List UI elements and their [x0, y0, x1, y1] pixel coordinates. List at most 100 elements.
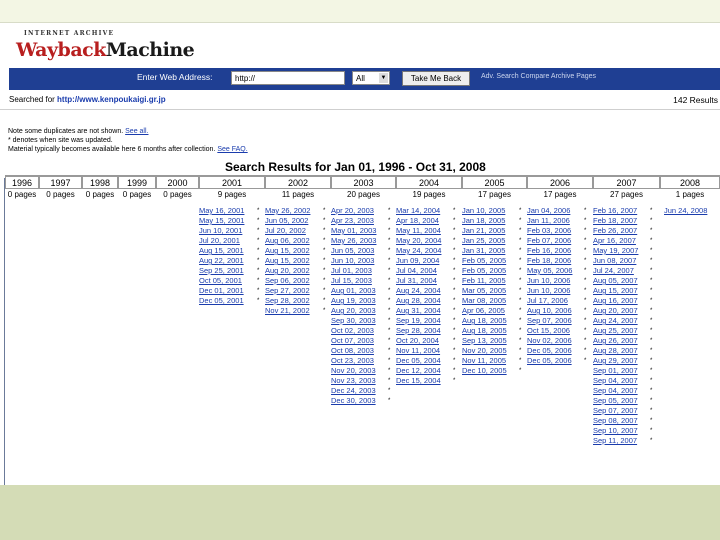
- searched-url-link[interactable]: http://www.kenpoukaigi.gr.jp: [57, 95, 166, 104]
- snapshot-link[interactable]: May 19, 2007: [593, 246, 638, 255]
- snapshot-link[interactable]: Jun 08, 2007: [593, 256, 636, 265]
- snapshot-link[interactable]: Jan 25, 2005: [462, 236, 505, 245]
- snapshot-link[interactable]: Jan 10, 2005: [462, 206, 505, 215]
- snapshot-link[interactable]: Aug 24, 2007: [593, 316, 638, 325]
- snapshot-link[interactable]: Jan 11, 2006: [527, 216, 570, 225]
- snapshot-link[interactable]: Jul 04, 2004: [396, 266, 437, 275]
- snapshot-link[interactable]: Feb 03, 2006: [527, 226, 571, 235]
- snapshot-link[interactable]: Feb 07, 2006: [527, 236, 571, 245]
- snapshot-link[interactable]: Aug 15, 2001: [199, 246, 244, 255]
- snapshot-link[interactable]: Jun 10, 2001: [199, 226, 242, 235]
- snapshot-link[interactable]: Jun 09, 2004: [396, 256, 439, 265]
- snapshot-link[interactable]: May 16, 2001: [199, 206, 244, 215]
- snapshot-link[interactable]: Nov 23, 2003: [331, 376, 376, 385]
- snapshot-link[interactable]: Jun 05, 2003: [331, 246, 374, 255]
- snapshot-link[interactable]: May 26, 2002: [265, 206, 310, 215]
- snapshot-link[interactable]: Feb 18, 2007: [593, 216, 637, 225]
- see-all-link[interactable]: See all.: [125, 128, 148, 135]
- snapshot-link[interactable]: Apr 16, 2007: [593, 236, 636, 245]
- snapshot-link[interactable]: Oct 02, 2003: [331, 326, 374, 335]
- snapshot-link[interactable]: Aug 20, 2007: [593, 306, 638, 315]
- see-faq-link[interactable]: See FAQ.: [217, 146, 247, 153]
- snapshot-link[interactable]: Aug 26, 2007: [593, 336, 638, 345]
- snapshot-link[interactable]: Aug 25, 2007: [593, 326, 638, 335]
- snapshot-link[interactable]: Jan 21, 2005: [462, 226, 505, 235]
- snapshot-link[interactable]: Jul 17, 2006: [527, 296, 568, 305]
- snapshot-link[interactable]: Aug 10, 2006: [527, 306, 572, 315]
- snapshot-link[interactable]: Jan 31, 2005: [462, 246, 505, 255]
- snapshot-link[interactable]: Sep 13, 2005: [462, 336, 507, 345]
- snapshot-link[interactable]: Feb 11, 2005: [462, 276, 506, 285]
- snapshot-link[interactable]: Jun 24, 2008: [664, 206, 707, 215]
- snapshot-link[interactable]: May 26, 2003: [331, 236, 376, 245]
- snapshot-link[interactable]: May 01, 2003: [331, 226, 376, 235]
- snapshot-link[interactable]: Feb 16, 2007: [593, 206, 637, 215]
- snapshot-link[interactable]: Jul 15, 2003: [331, 276, 372, 285]
- snapshot-link[interactable]: Aug 16, 2007: [593, 296, 638, 305]
- snapshot-link[interactable]: Oct 07, 2003: [331, 336, 374, 345]
- snapshot-link[interactable]: Jul 20, 2001: [199, 236, 240, 245]
- snapshot-link[interactable]: Jul 20, 2002: [265, 226, 306, 235]
- snapshot-link[interactable]: Sep 28, 2004: [396, 326, 441, 335]
- snapshot-link[interactable]: Aug 28, 2004: [396, 296, 441, 305]
- snapshot-link[interactable]: Dec 10, 2005: [462, 366, 507, 375]
- snapshot-link[interactable]: Feb 18, 2006: [527, 256, 571, 265]
- snapshot-link[interactable]: Sep 08, 2007: [593, 416, 638, 425]
- take-me-back-button[interactable]: Take Me Back: [402, 71, 470, 86]
- snapshot-link[interactable]: Aug 15, 2002: [265, 256, 310, 265]
- snapshot-link[interactable]: Mar 14, 2004: [396, 206, 440, 215]
- snapshot-link[interactable]: Sep 19, 2004: [396, 316, 441, 325]
- snapshot-link[interactable]: Sep 07, 2007: [593, 406, 638, 415]
- snapshot-link[interactable]: Aug 20, 2003: [331, 306, 376, 315]
- snapshot-link[interactable]: Sep 04, 2007: [593, 386, 638, 395]
- snapshot-link[interactable]: Dec 05, 2006: [527, 356, 572, 365]
- snapshot-link[interactable]: Aug 15, 2007: [593, 286, 638, 295]
- snapshot-link[interactable]: Dec 15, 2004: [396, 376, 441, 385]
- snapshot-link[interactable]: Jul 01, 2003: [331, 266, 372, 275]
- snapshot-link[interactable]: Jun 10, 2003: [331, 256, 374, 265]
- wayback-logo[interactable]: INTERNET ARCHIVE WaybackMachine: [14, 27, 195, 65]
- snapshot-link[interactable]: Sep 10, 2007: [593, 426, 638, 435]
- snapshot-link[interactable]: Mar 08, 2005: [462, 296, 506, 305]
- snapshot-link[interactable]: Aug 05, 2007: [593, 276, 638, 285]
- snapshot-link[interactable]: Aug 06, 2002: [265, 236, 310, 245]
- collection-select[interactable]: All ▼: [352, 71, 390, 85]
- snapshot-link[interactable]: Jun 10, 2006: [527, 276, 570, 285]
- snapshot-link[interactable]: Apr 06, 2005: [462, 306, 505, 315]
- snapshot-link[interactable]: Sep 04, 2007: [593, 376, 638, 385]
- snapshot-link[interactable]: Aug 01, 2003: [331, 286, 376, 295]
- snapshot-link[interactable]: Oct 20, 2004: [396, 336, 439, 345]
- snapshot-link[interactable]: Dec 30, 2003: [331, 396, 376, 405]
- snapshot-link[interactable]: Nov 21, 2002: [265, 306, 310, 315]
- snapshot-link[interactable]: Feb 05, 2005: [462, 266, 506, 275]
- snapshot-link[interactable]: Sep 30, 2003: [331, 316, 376, 325]
- snapshot-link[interactable]: Aug 18, 2005: [462, 326, 507, 335]
- snapshot-link[interactable]: Feb 05, 2005: [462, 256, 506, 265]
- snapshot-link[interactable]: Aug 20, 2002: [265, 266, 310, 275]
- snapshot-link[interactable]: Oct 08, 2003: [331, 346, 374, 355]
- snapshot-link[interactable]: Nov 20, 2003: [331, 366, 376, 375]
- snapshot-link[interactable]: Nov 02, 2006: [527, 336, 572, 345]
- snapshot-link[interactable]: Sep 05, 2007: [593, 396, 638, 405]
- snapshot-link[interactable]: Aug 18, 2005: [462, 316, 507, 325]
- snapshot-link[interactable]: Nov 11, 2005: [462, 356, 506, 365]
- snapshot-link[interactable]: Jan 04, 2006: [527, 206, 570, 215]
- snapshot-link[interactable]: Sep 01, 2007: [593, 366, 638, 375]
- snapshot-link[interactable]: Sep 06, 2002: [265, 276, 310, 285]
- snapshot-link[interactable]: Mar 05, 2005: [462, 286, 506, 295]
- snapshot-link[interactable]: Sep 11, 2007: [593, 436, 637, 445]
- snapshot-link[interactable]: Aug 31, 2004: [396, 306, 441, 315]
- snapshot-link[interactable]: Aug 15, 2002: [265, 246, 310, 255]
- snapshot-link[interactable]: Jul 24, 2007: [593, 266, 634, 275]
- snapshot-link[interactable]: Sep 27, 2002: [265, 286, 310, 295]
- snapshot-link[interactable]: Aug 28, 2007: [593, 346, 638, 355]
- snapshot-link[interactable]: Aug 19, 2003: [331, 296, 376, 305]
- snapshot-link[interactable]: Aug 24, 2004: [396, 286, 441, 295]
- snapshot-link[interactable]: May 15, 2001: [199, 216, 244, 225]
- snapshot-link[interactable]: Aug 22, 2001: [199, 256, 244, 265]
- snapshot-link[interactable]: Apr 20, 2003: [331, 206, 374, 215]
- snapshot-link[interactable]: Dec 01, 2001: [199, 286, 244, 295]
- snapshot-link[interactable]: Jul 31, 2004: [396, 276, 437, 285]
- snapshot-link[interactable]: May 05, 2006: [527, 266, 572, 275]
- snapshot-link[interactable]: Apr 18, 2004: [396, 216, 439, 225]
